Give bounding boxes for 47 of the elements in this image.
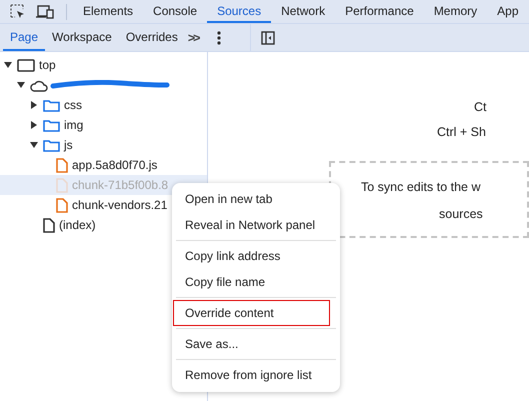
tree-item-label[interactable]: css xyxy=(64,98,82,112)
menu-item[interactable]: Remove from ignore list xyxy=(172,362,340,388)
panel-tab[interactable]: App xyxy=(487,0,529,23)
sidebar-toggle-icon[interactable] xyxy=(261,30,275,44)
tree-item-label[interactable]: js xyxy=(64,138,73,152)
tree-item-label[interactable]: (index) xyxy=(59,218,96,232)
drop-zone-text: sources xyxy=(439,207,484,221)
file-icon xyxy=(56,178,68,192)
expanded-arrow-icon[interactable] xyxy=(4,61,12,69)
expanded-arrow-icon[interactable] xyxy=(17,81,25,89)
tree-item-label[interactable]: app.5a8d0f70.js xyxy=(72,158,158,172)
collapsed-arrow-icon[interactable] xyxy=(30,101,38,109)
file-icon xyxy=(56,198,68,212)
document-icon xyxy=(43,218,55,232)
menu-item[interactable]: Copy link address xyxy=(172,243,340,269)
drop-zone-text: To sync edits to the w xyxy=(361,180,482,194)
tree-item-label[interactable]: img xyxy=(64,118,84,132)
folder-icon xyxy=(43,98,60,112)
shortcut-hint: Ctrl + Sh xyxy=(437,125,487,139)
menu-item[interactable]: Reveal in Network panel xyxy=(172,212,340,238)
panel-tab[interactable]: Performance xyxy=(335,0,424,23)
tree-item-label[interactable]: top xyxy=(39,58,56,72)
more-tabs-button[interactable]: >> xyxy=(188,30,198,44)
panel-tab[interactable]: Memory xyxy=(424,0,488,23)
folder-icon xyxy=(43,118,60,132)
menu-item[interactable]: Save as... xyxy=(172,331,340,357)
device-icon[interactable] xyxy=(36,4,54,18)
expanded-arrow-icon[interactable] xyxy=(30,141,38,149)
cloud-icon xyxy=(30,78,48,92)
more-options-icon[interactable] xyxy=(217,30,222,44)
navigator-tab[interactable]: Overrides xyxy=(118,24,185,51)
frame-icon xyxy=(17,58,35,72)
panel-tab[interactable]: Elements xyxy=(73,0,144,23)
tree-item-label[interactable]: chunk-vendors.21 xyxy=(72,198,168,212)
file-icon xyxy=(56,158,68,172)
panel-tab[interactable]: Console xyxy=(143,0,208,23)
navigator-tab[interactable]: Workspace xyxy=(45,24,119,51)
menu-item[interactable]: Override content xyxy=(173,300,330,326)
menu-item[interactable]: Copy file name xyxy=(172,269,340,295)
folder-icon xyxy=(43,138,60,152)
collapsed-arrow-icon[interactable] xyxy=(30,121,38,129)
panel-tab[interactable]: Sources xyxy=(207,0,272,23)
shortcut-hint: Ct xyxy=(474,100,488,114)
navigator-tab[interactable]: Page xyxy=(3,24,46,51)
inspect-icon[interactable] xyxy=(10,4,26,20)
panel-tab[interactable]: Network xyxy=(271,0,336,23)
menu-item[interactable]: Open in new tab xyxy=(172,186,340,212)
